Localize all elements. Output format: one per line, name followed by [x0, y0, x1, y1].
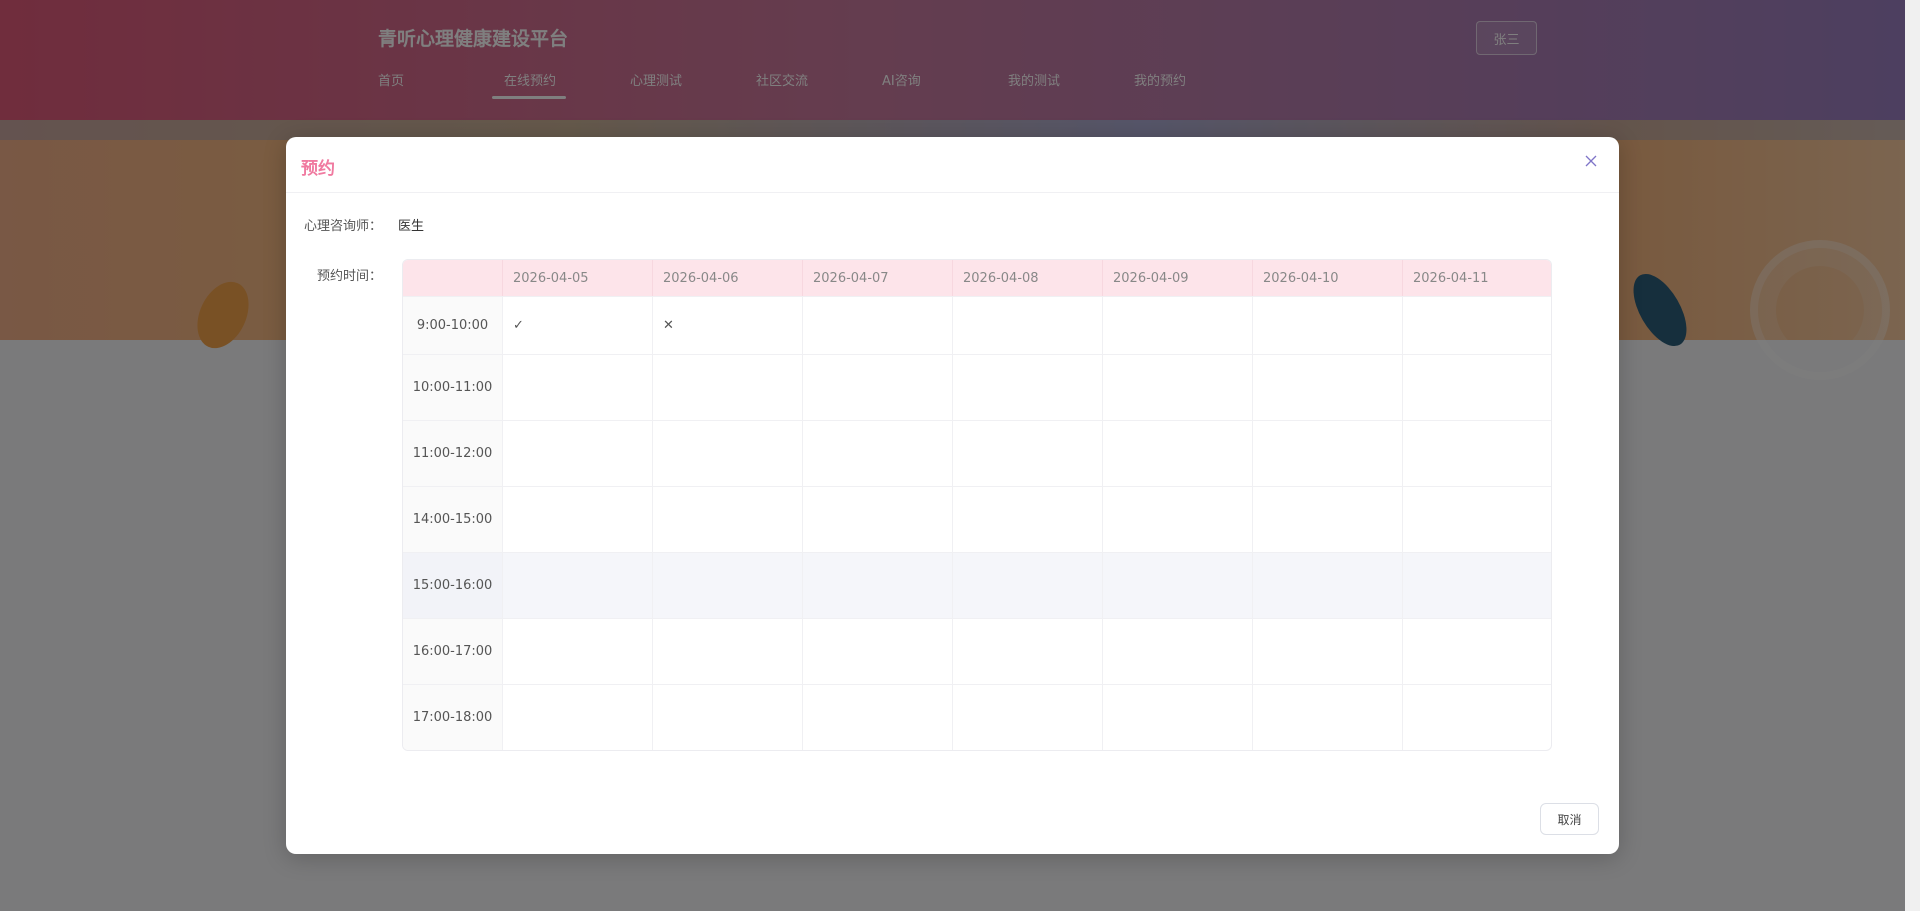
time-column-header — [403, 260, 503, 296]
schedule-cell[interactable] — [1403, 619, 1551, 684]
schedule-cell[interactable] — [1253, 297, 1403, 354]
schedule-cell[interactable] — [1253, 487, 1403, 552]
date-header: 2026-04-06 — [653, 260, 803, 296]
date-header: 2026-04-08 — [953, 260, 1103, 296]
schedule-cell[interactable] — [953, 619, 1103, 684]
schedule-cell[interactable] — [1253, 685, 1403, 750]
schedule-row: 15:00-16:00 — [403, 552, 1551, 618]
schedule-cell[interactable] — [503, 487, 653, 552]
counselor-label: 心理咨询师： — [303, 219, 382, 234]
schedule-row: 10:00-11:00 — [403, 354, 1551, 420]
schedule-cell[interactable] — [953, 355, 1103, 420]
date-header: 2026-04-07 — [803, 260, 953, 296]
dialog-header: 预约 — [286, 137, 1619, 193]
schedule-cell[interactable] — [953, 421, 1103, 486]
schedule-cell[interactable] — [1103, 355, 1253, 420]
schedule-cell[interactable] — [803, 553, 953, 618]
schedule-cell[interactable] — [653, 553, 803, 618]
schedule-cell[interactable] — [1403, 553, 1551, 618]
schedule-cell[interactable] — [1103, 487, 1253, 552]
schedule-cell[interactable] — [1103, 619, 1253, 684]
time-slot-label: 9:00-10:00 — [403, 297, 503, 354]
close-icon-glyph — [1585, 155, 1597, 167]
schedule-row: 11:00-12:00 — [403, 420, 1551, 486]
schedule-cell[interactable] — [653, 421, 803, 486]
schedule-row: 9:00-10:00 ✓ ✕ — [403, 296, 1551, 354]
schedule-cell[interactable] — [953, 297, 1103, 354]
time-slot-label: 11:00-12:00 — [403, 421, 503, 486]
schedule-cell[interactable] — [1403, 487, 1551, 552]
time-slot-label: 16:00-17:00 — [403, 619, 503, 684]
schedule-cell[interactable]: ✓ — [503, 297, 653, 354]
cross-icon[interactable]: ✕ — [663, 318, 674, 333]
schedule-table: 2026-04-05 2026-04-06 2026-04-07 2026-04… — [402, 259, 1552, 751]
schedule-cell[interactable] — [1403, 355, 1551, 420]
schedule-cell[interactable] — [1103, 421, 1253, 486]
schedule-body: 9:00-10:00 ✓ ✕ 10:00-11:00 11:00-12:00 14:00-… — [403, 296, 1551, 750]
schedule-cell[interactable] — [503, 355, 653, 420]
schedule-header-row: 2026-04-05 2026-04-06 2026-04-07 2026-04… — [403, 260, 1551, 296]
time-row: 预约时间： — [286, 265, 382, 284]
counselor-row: 心理咨询师： 医生 — [286, 215, 424, 234]
schedule-cell[interactable] — [1253, 421, 1403, 486]
schedule-cell[interactable] — [503, 685, 653, 750]
schedule-cell[interactable] — [803, 619, 953, 684]
time-slot-label: 14:00-15:00 — [403, 487, 503, 552]
date-header: 2026-04-09 — [1103, 260, 1253, 296]
schedule-cell[interactable] — [803, 421, 953, 486]
page-scrollbar[interactable] — [1905, 0, 1920, 911]
schedule-cell[interactable] — [1103, 297, 1253, 354]
check-icon[interactable]: ✓ — [513, 318, 524, 333]
schedule-cell[interactable] — [653, 487, 803, 552]
schedule-cell[interactable] — [803, 487, 953, 552]
schedule-cell[interactable] — [953, 685, 1103, 750]
time-label: 预约时间： — [316, 269, 382, 284]
schedule-cell[interactable] — [1403, 685, 1551, 750]
schedule-row: 16:00-17:00 — [403, 618, 1551, 684]
schedule-cell[interactable] — [503, 421, 653, 486]
cancel-button[interactable]: 取消 — [1540, 803, 1599, 835]
time-slot-label: 17:00-18:00 — [403, 685, 503, 750]
counselor-value: 医生 — [398, 219, 425, 234]
schedule-cell[interactable]: ✕ — [653, 297, 803, 354]
schedule-cell[interactable] — [503, 619, 653, 684]
booking-dialog: 预约 心理咨询师： 医生 预约时间： 2026-04-05 2026-04-06… — [286, 137, 1619, 854]
schedule-cell[interactable] — [1253, 553, 1403, 618]
schedule-cell[interactable] — [1103, 553, 1253, 618]
schedule-cell[interactable] — [803, 685, 953, 750]
schedule-row: 14:00-15:00 — [403, 486, 1551, 552]
schedule-cell[interactable] — [1103, 685, 1253, 750]
dialog-title: 预约 — [301, 159, 335, 179]
schedule-cell[interactable] — [1253, 355, 1403, 420]
schedule-cell[interactable] — [1253, 619, 1403, 684]
schedule-cell[interactable] — [953, 487, 1103, 552]
close-icon[interactable] — [1583, 154, 1599, 170]
schedule-cell[interactable] — [803, 355, 953, 420]
schedule-cell[interactable] — [1403, 421, 1551, 486]
date-header: 2026-04-11 — [1413, 270, 1489, 286]
time-slot-label: 10:00-11:00 — [403, 355, 503, 420]
schedule-row: 17:00-18:00 — [403, 684, 1551, 750]
schedule-cell[interactable] — [953, 553, 1103, 618]
date-header: 2026-04-05 — [503, 260, 653, 296]
date-header: 2026-04-10 — [1253, 260, 1403, 296]
schedule-cell[interactable] — [503, 553, 653, 618]
schedule-cell[interactable] — [803, 297, 953, 354]
schedule-cell[interactable] — [653, 685, 803, 750]
schedule-cell[interactable] — [653, 355, 803, 420]
schedule-cell[interactable] — [1403, 297, 1551, 354]
schedule-cell[interactable] — [653, 619, 803, 684]
time-slot-label: 15:00-16:00 — [403, 553, 503, 618]
